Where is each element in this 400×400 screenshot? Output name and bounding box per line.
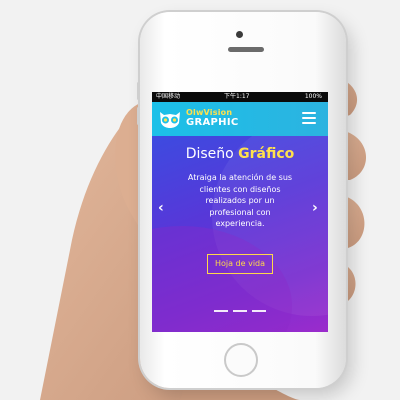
speaker-grille — [228, 47, 264, 52]
volume-button — [137, 107, 140, 125]
clock: 下午1:17 — [224, 93, 250, 100]
hero-description: Atraiga la atención de sus clientes con … — [187, 173, 293, 228]
hero-title-accent: Gráfico — [238, 146, 295, 162]
hero-title: Diseño Gráfico — [152, 146, 328, 162]
camera-icon — [236, 31, 243, 38]
phone-device: 中国移动 下午1:17 100% OlwVision GRAPHIC Diseñ… — [137, 12, 346, 388]
brand-name[interactable]: OlwVision — [186, 108, 232, 117]
slide-indicator[interactable] — [214, 310, 228, 312]
hero-slider: Diseño Gráfico Atraiga la atención de su… — [152, 136, 328, 332]
chevron-left-icon[interactable]: ‹ — [158, 200, 164, 216]
hamburger-menu-icon[interactable] — [302, 112, 316, 124]
cv-button[interactable]: Hoja de vida — [207, 254, 273, 274]
site-header: OlwVision GRAPHIC — [152, 102, 328, 136]
owl-logo-icon[interactable] — [158, 109, 182, 129]
hero-title-plain: Diseño — [185, 146, 234, 162]
home-button[interactable] — [224, 343, 258, 377]
slider-indicators — [214, 310, 266, 313]
slide-indicator[interactable] — [233, 310, 247, 312]
battery-level: 100% — [304, 93, 322, 100]
phone-screen: 中国移动 下午1:17 100% OlwVision GRAPHIC Diseñ… — [152, 92, 328, 332]
status-bar: 中国移动 下午1:17 100% — [152, 92, 328, 102]
slide-indicator[interactable] — [252, 310, 266, 312]
brand-tagline[interactable]: GRAPHIC — [186, 117, 239, 128]
volume-button — [137, 82, 140, 100]
chevron-right-icon[interactable]: › — [312, 200, 318, 216]
carrier-label: 中国移动 — [156, 93, 181, 100]
